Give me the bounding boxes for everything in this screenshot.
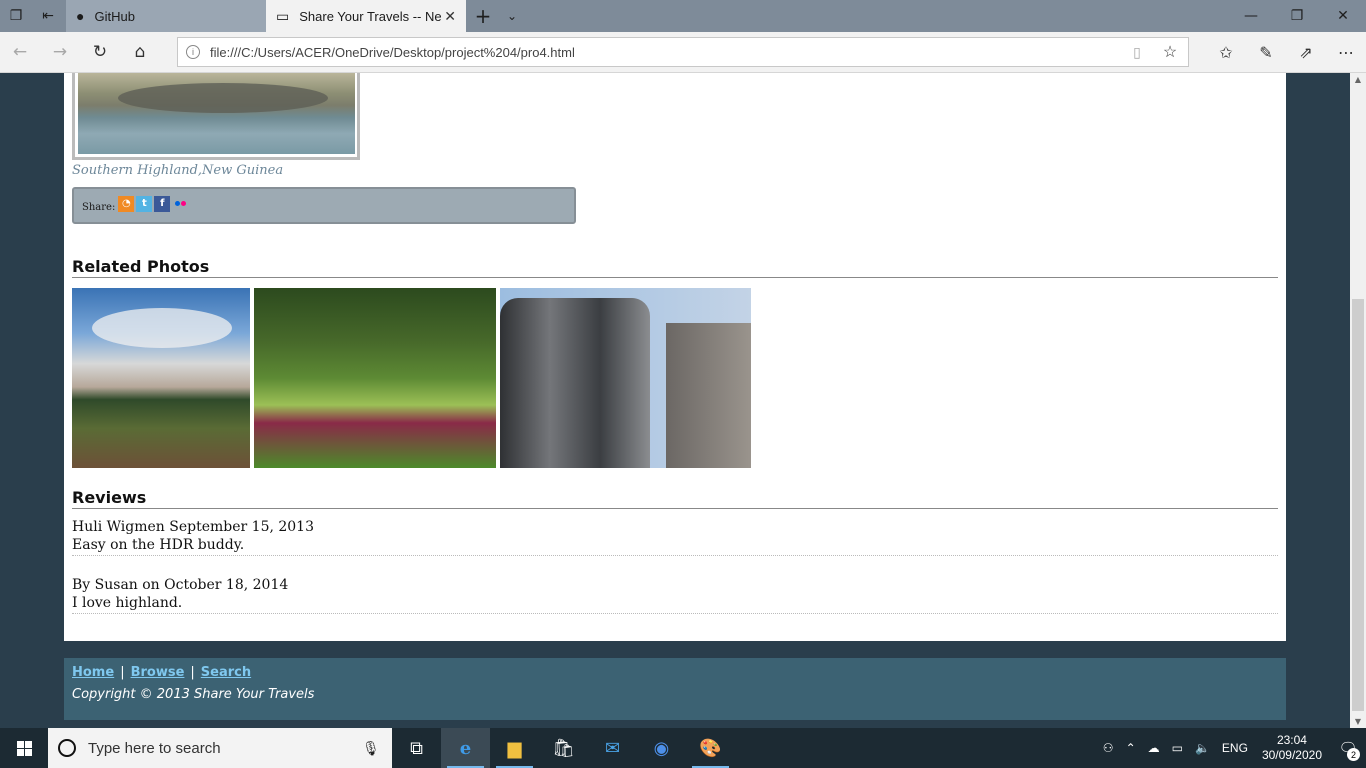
- scrollbar-thumb[interactable]: [1352, 299, 1364, 711]
- main-photo-frame: [72, 73, 360, 160]
- clock-date: 30/09/2020: [1261, 748, 1322, 762]
- notification-badge: 2: [1347, 748, 1360, 761]
- start-button[interactable]: [0, 728, 48, 768]
- chevron-up-icon[interactable]: ⌃: [1120, 741, 1142, 755]
- pen-icon[interactable]: ✎: [1246, 32, 1286, 72]
- related-photo-garden[interactable]: [254, 288, 496, 468]
- clock-time: 23:04: [1276, 733, 1307, 747]
- more-icon[interactable]: ⋯: [1326, 32, 1366, 72]
- windows-taskbar: Type here to search 🎙 ⧉ e ▆ 🛍 ✉ ◉ 🎨 ⚇ ⌃ …: [0, 728, 1366, 768]
- system-tray: ⚇ ⌃ ☁ ▭ 🔈 ENG 23:04 30/09/2020 🗨 2: [1097, 728, 1366, 768]
- tab-title: GitHub: [94, 8, 135, 24]
- share-icon[interactable]: ⇗: [1286, 32, 1326, 72]
- related-photos-heading: Related Photos: [72, 257, 1278, 278]
- github-icon: ●: [76, 8, 85, 24]
- footer-separator: |: [120, 665, 125, 680]
- page-footer: Home | Browse | Search Copyright © 2013 Shar…: [64, 658, 1286, 720]
- footer-link-home[interactable]: Home: [72, 665, 114, 680]
- home-icon[interactable]: ⌂: [120, 32, 160, 72]
- taskbar-clock[interactable]: 23:04 30/09/2020: [1254, 733, 1330, 763]
- chrome-icon[interactable]: ◉: [637, 728, 686, 768]
- info-icon[interactable]: i: [186, 45, 200, 59]
- scroll-up-icon[interactable]: ▲: [1350, 75, 1366, 84]
- share-label: Share:: [82, 202, 116, 213]
- taskbar-search[interactable]: Type here to search 🎙: [48, 728, 392, 768]
- file-explorer-icon[interactable]: ▆: [490, 728, 539, 768]
- related-photo-towers[interactable]: [500, 288, 751, 468]
- favorite-star-icon[interactable]: ☆: [1152, 42, 1188, 62]
- chevron-down-icon[interactable]: ⌄: [500, 0, 524, 32]
- set-tabs-aside-icon[interactable]: ⇤: [32, 0, 64, 32]
- restore-icon[interactable]: ❐: [1274, 0, 1320, 32]
- language-indicator[interactable]: ENG: [1216, 741, 1254, 755]
- task-view-icon[interactable]: ⧉: [392, 728, 441, 768]
- close-tab-icon[interactable]: ✕: [444, 8, 456, 25]
- refresh-icon[interactable]: ↻: [80, 32, 120, 72]
- people-icon[interactable]: ⚇: [1097, 741, 1120, 755]
- scroll-down-icon[interactable]: ▼: [1350, 717, 1366, 726]
- back-icon[interactable]: ←: [0, 32, 40, 72]
- windows-icon: [16, 740, 32, 756]
- review-byline: Huli Wigmen September 15, 2013: [72, 519, 314, 535]
- page-icon: ▭: [276, 7, 290, 24]
- minimize-icon[interactable]: —: [1228, 0, 1274, 32]
- page-viewport: Southern Highland,New Guinea Share: ◔ t …: [0, 73, 1350, 728]
- notifications-icon[interactable]: 🗨 2: [1330, 728, 1366, 768]
- review-text: Easy on the HDR buddy.: [72, 537, 245, 553]
- window-controls: — ❐ ✕: [1228, 0, 1366, 32]
- volume-icon[interactable]: 🔈: [1189, 741, 1216, 755]
- footer-link-search[interactable]: Search: [201, 665, 251, 680]
- onedrive-icon[interactable]: ☁: [1142, 741, 1166, 755]
- forward-icon[interactable]: →: [40, 32, 80, 72]
- edge-icon[interactable]: e: [441, 728, 490, 768]
- search-placeholder: Type here to search: [88, 739, 221, 757]
- address-bar[interactable]: i file:///C:/Users/ACER/OneDrive/Desktop…: [177, 37, 1189, 67]
- main-photo: [78, 73, 355, 154]
- reading-view-icon[interactable]: ▯: [1122, 44, 1152, 61]
- browser-nav-bar: ← → ↻ ⌂ i file:///C:/Users/ACER/OneDrive…: [0, 32, 1366, 73]
- footer-nav: Home | Browse | Search: [72, 665, 1278, 680]
- browser-tab-bar: ❐ ⇤ ● GitHub ▭ Share Your Travels -- Ne …: [0, 0, 1366, 32]
- rss-icon[interactable]: ◔: [118, 195, 135, 212]
- footer-separator: |: [190, 665, 195, 680]
- footer-copyright: Copyright © 2013 Share Your Travels: [72, 687, 315, 702]
- reviews-heading: Reviews: [72, 488, 1278, 509]
- content-panel: Southern Highland,New Guinea Share: ◔ t …: [64, 73, 1286, 641]
- favorites-icon[interactable]: ✩: [1206, 32, 1246, 72]
- related-photo-field[interactable]: [72, 288, 250, 468]
- footer-link-browse[interactable]: Browse: [131, 665, 185, 680]
- tab-share-your-travels[interactable]: ▭ Share Your Travels -- Ne ✕: [266, 0, 466, 32]
- tab-github[interactable]: ● GitHub: [66, 0, 266, 32]
- cortana-icon: [58, 739, 76, 757]
- tab-title: Share Your Travels -- Ne: [299, 8, 442, 24]
- battery-icon[interactable]: ▭: [1166, 741, 1189, 755]
- tab-manager-icon[interactable]: ❐: [0, 0, 32, 32]
- address-url[interactable]: file:///C:/Users/ACER/OneDrive/Desktop/p…: [210, 45, 1122, 60]
- share-panel: Share: ◔ t f: [72, 187, 576, 224]
- review-text: I love highland.: [72, 595, 183, 611]
- facebook-icon[interactable]: f: [154, 195, 171, 212]
- flickr-icon[interactable]: [172, 196, 188, 212]
- new-tab-icon[interactable]: +: [466, 0, 500, 32]
- store-icon[interactable]: 🛍: [539, 728, 588, 768]
- review-item: By Susan on October 18, 2014 I love high…: [72, 576, 1278, 614]
- mail-icon[interactable]: ✉: [588, 728, 637, 768]
- twitter-icon[interactable]: t: [136, 195, 153, 212]
- paint-icon[interactable]: 🎨: [686, 728, 735, 768]
- page-scrollbar[interactable]: ▲ ▼: [1350, 73, 1366, 728]
- close-window-icon[interactable]: ✕: [1320, 0, 1366, 32]
- photo-caption: Southern Highland,New Guinea: [72, 163, 284, 178]
- review-item: Huli Wigmen September 15, 2013 Easy on t…: [72, 518, 1278, 556]
- review-byline: By Susan on October 18, 2014: [72, 577, 289, 593]
- browser-toolbar-right: ✩ ✎ ⇗ ⋯: [1206, 32, 1366, 72]
- microphone-icon[interactable]: 🎙: [362, 740, 392, 757]
